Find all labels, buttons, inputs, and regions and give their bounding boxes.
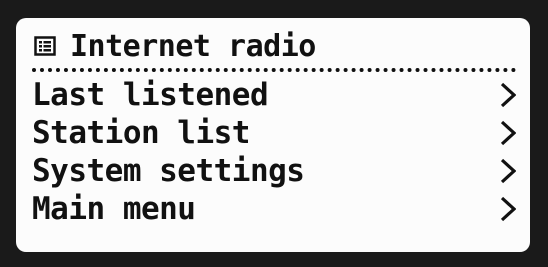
chevron-right-icon bbox=[500, 158, 517, 184]
menu-item-station-list[interactable]: Station list bbox=[32, 114, 520, 152]
menu-item-last-listened[interactable]: Last listened bbox=[32, 76, 520, 114]
menu-item-label: Station list bbox=[32, 115, 250, 151]
header: Internet radio bbox=[24, 26, 520, 66]
header-divider bbox=[32, 68, 516, 72]
chevron-right-icon bbox=[500, 120, 517, 146]
menu-item-label: Main menu bbox=[32, 191, 196, 227]
radio-display: Internet radio Last listened Station lis… bbox=[16, 18, 530, 252]
menu-item-label: System settings bbox=[32, 153, 305, 189]
menu-list-icon bbox=[34, 36, 56, 56]
page-title: Internet radio bbox=[70, 28, 316, 64]
menu-item-system-settings[interactable]: System settings bbox=[32, 152, 520, 190]
menu-item-label: Last listened bbox=[32, 77, 269, 113]
menu-item-main-menu[interactable]: Main menu bbox=[32, 190, 520, 228]
menu-list: Last listened Station list System settin… bbox=[32, 76, 520, 228]
chevron-right-icon bbox=[500, 196, 517, 222]
chevron-right-icon bbox=[500, 82, 517, 108]
